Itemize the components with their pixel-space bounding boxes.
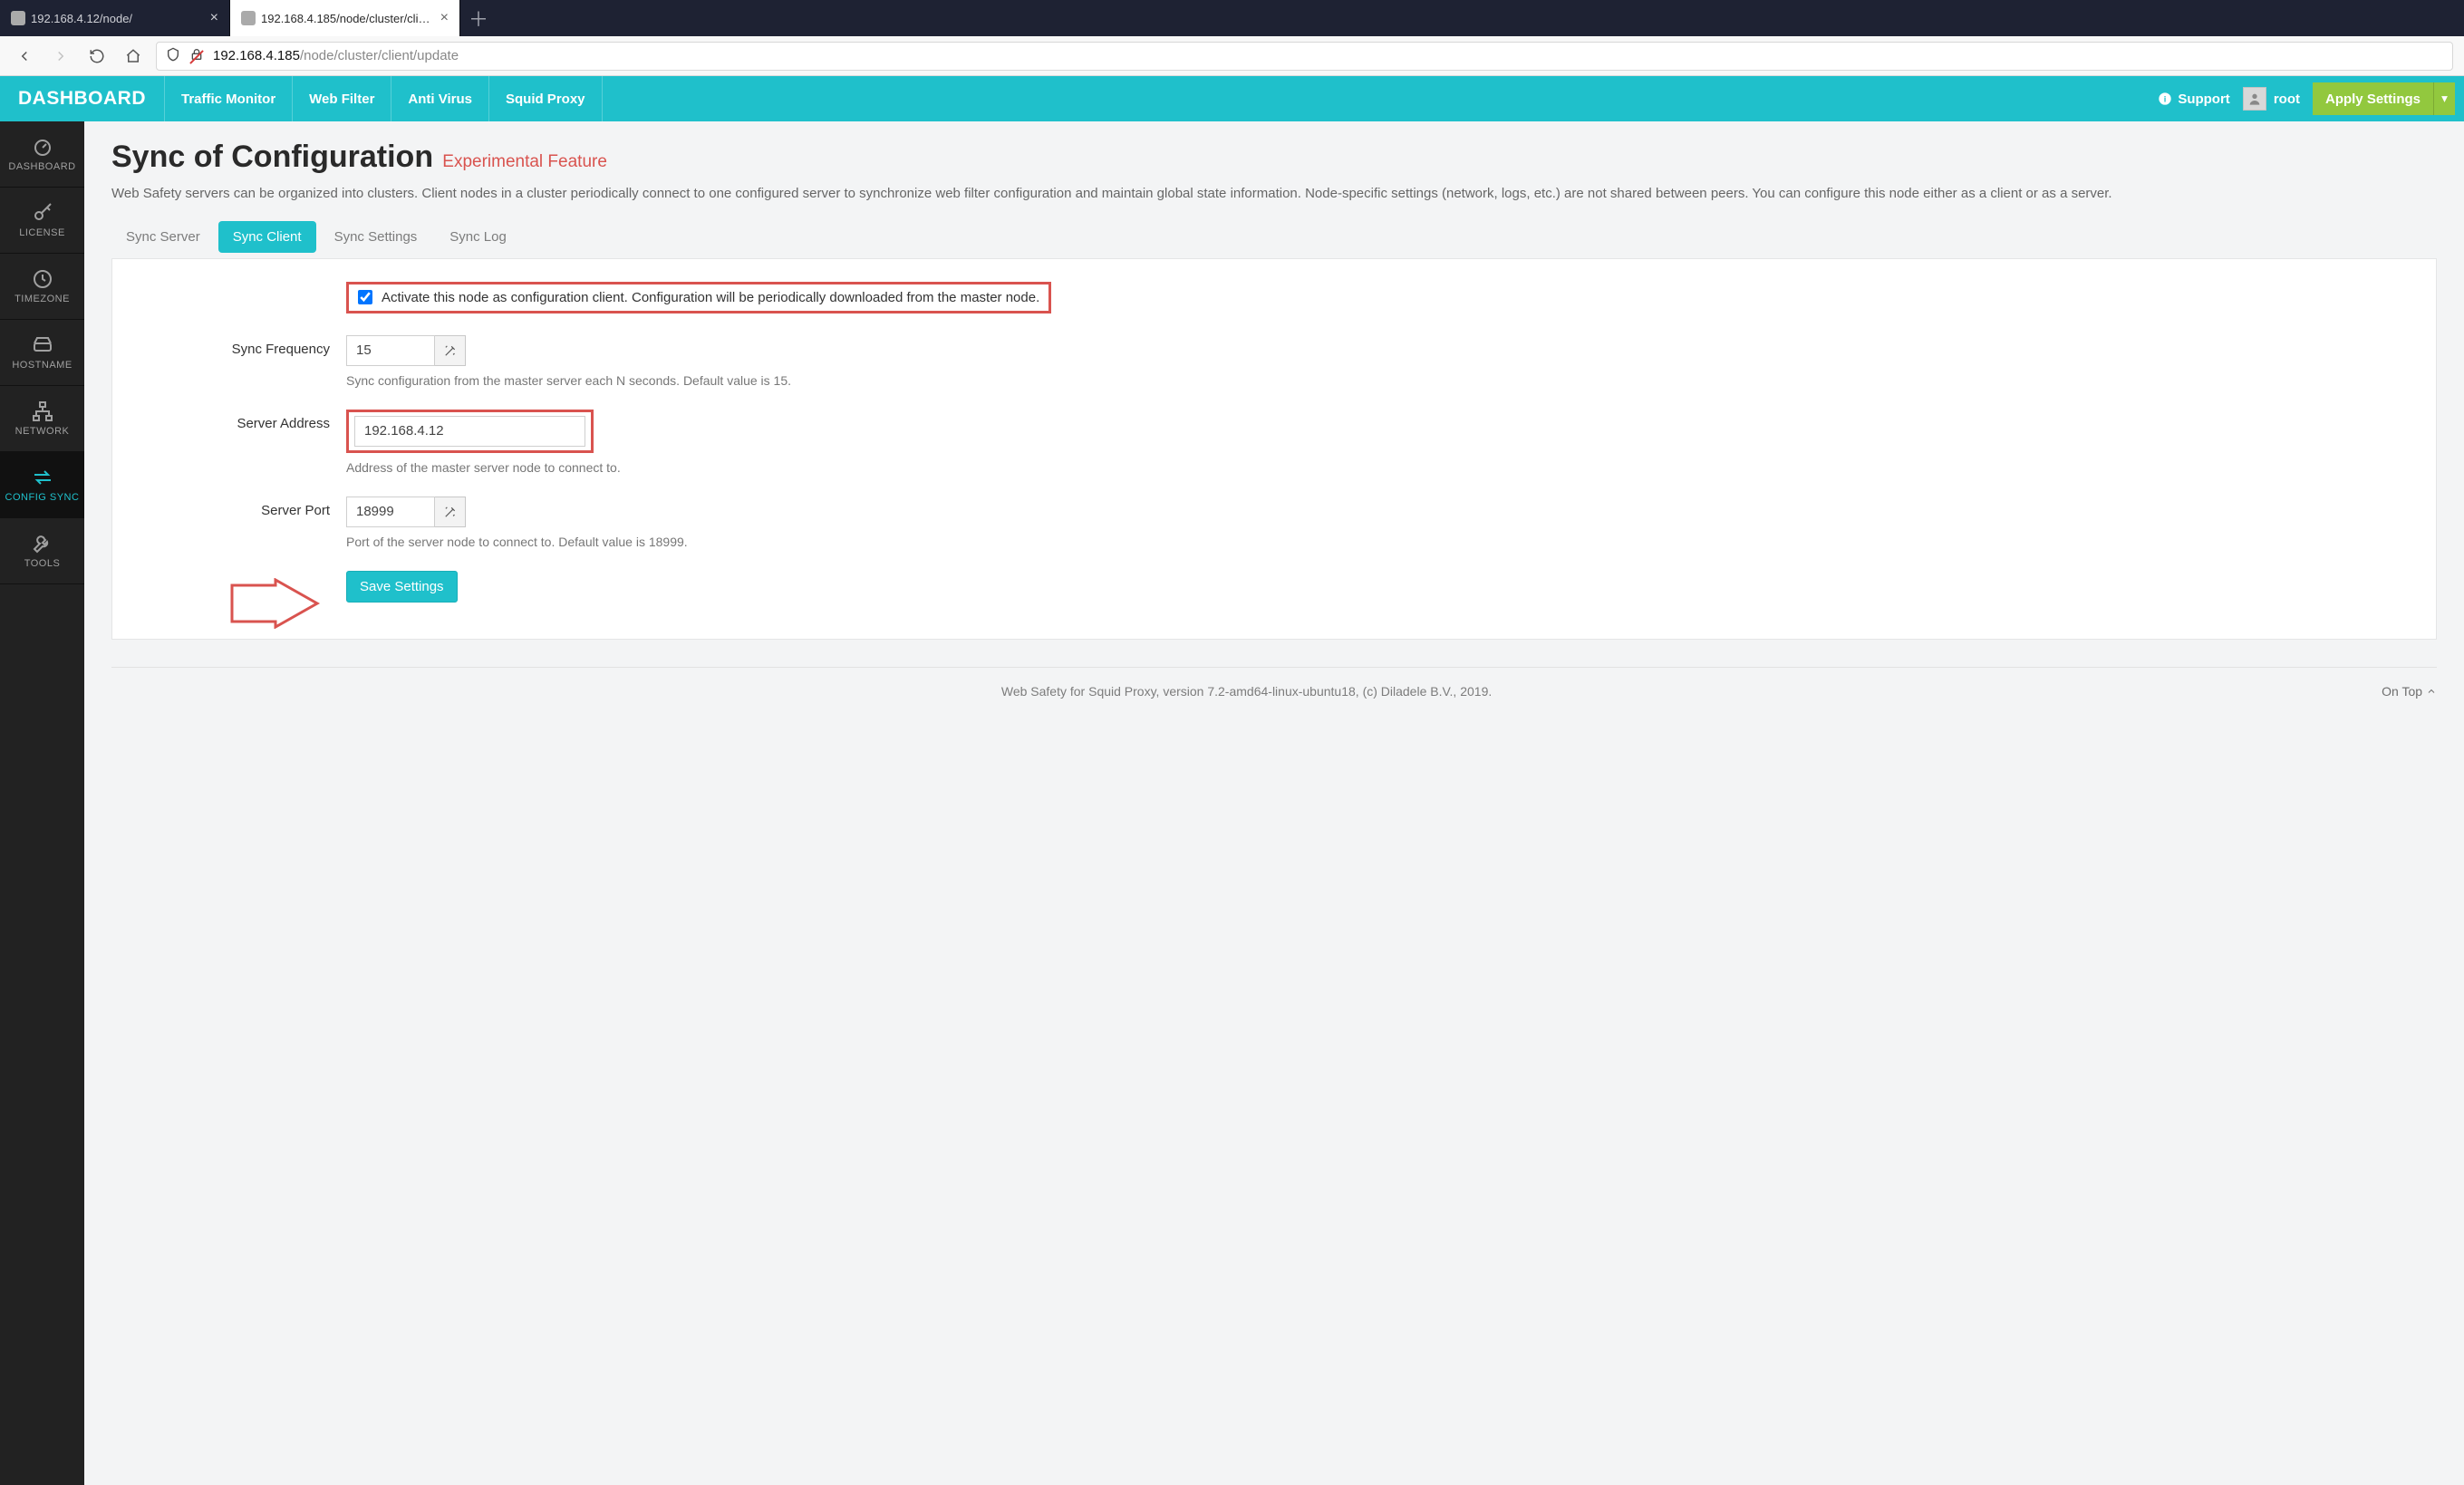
browser-tab-strip: 192.168.4.12/node/ × 192.168.4.185/node/… — [0, 0, 2464, 36]
sync-icon — [32, 467, 53, 488]
label-server-port: Server Port — [140, 497, 330, 518]
activate-checkbox-row[interactable]: Activate this node as configuration clie… — [358, 290, 1039, 305]
close-icon[interactable]: × — [440, 10, 449, 26]
gauge-icon — [32, 136, 53, 158]
save-settings-button[interactable]: Save Settings — [346, 571, 458, 603]
sidebar-item-timezone[interactable]: TIMEZONE — [0, 254, 84, 320]
top-nav: DASHBOARD Traffic Monitor Web Filter Ant… — [0, 76, 2464, 121]
sidebar-item-tools[interactable]: TOOLS — [0, 518, 84, 584]
tab-label: 192.168.4.185/node/cluster/client/u — [261, 12, 435, 25]
brand-logo[interactable]: DASHBOARD — [0, 88, 164, 110]
chevron-up-icon — [2426, 686, 2437, 697]
home-button[interactable] — [120, 43, 147, 70]
user-name: root — [2274, 92, 2300, 107]
tab-label: 192.168.4.12/node/ — [31, 12, 205, 25]
url-text: 192.168.4.185/node/cluster/client/update — [213, 48, 459, 63]
form-panel: Activate this node as configuration clie… — [111, 258, 2437, 640]
browser-tab-active[interactable]: 192.168.4.185/node/cluster/client/u × — [230, 0, 460, 36]
page-title: Sync of Configuration — [111, 140, 433, 174]
experimental-badge: Experimental Feature — [442, 152, 607, 171]
highlight-annotation-address — [346, 410, 594, 453]
activate-checkbox[interactable] — [358, 290, 372, 304]
url-input[interactable]: 192.168.4.185/node/cluster/client/update — [156, 42, 2453, 71]
tab-sync-log[interactable]: Sync Log — [435, 221, 521, 253]
shield-icon — [166, 47, 180, 65]
help-server-port: Port of the server node to connect to. D… — [346, 535, 2409, 549]
network-icon — [32, 400, 53, 422]
help-sync-frequency: Sync configuration from the master serve… — [346, 373, 2409, 388]
sidebar: DASHBOARD LICENSE TIMEZONE HOSTNAME NETW… — [0, 121, 84, 1485]
activate-label: Activate this node as configuration clie… — [382, 290, 1039, 305]
nav-squid-proxy[interactable]: Squid Proxy — [488, 76, 603, 121]
user-avatar-icon — [2243, 87, 2266, 111]
footer-text: Web Safety for Squid Proxy, version 7.2-… — [1001, 684, 1492, 699]
support-link[interactable]: i Support — [2158, 92, 2230, 107]
favicon-icon — [11, 11, 25, 25]
close-icon[interactable]: × — [210, 10, 218, 26]
nav-traffic-monitor[interactable]: Traffic Monitor — [164, 76, 292, 121]
back-button[interactable] — [11, 43, 38, 70]
forward-button[interactable] — [47, 43, 74, 70]
highlight-annotation-activate: Activate this node as configuration clie… — [346, 282, 1051, 313]
magic-wand-button[interactable] — [435, 335, 466, 366]
server-port-input[interactable] — [346, 497, 435, 527]
label-server-address: Server Address — [140, 410, 330, 431]
sidebar-item-dashboard[interactable]: DASHBOARD — [0, 121, 84, 188]
nav-web-filter[interactable]: Web Filter — [292, 76, 391, 121]
browser-address-bar: 192.168.4.185/node/cluster/client/update — [0, 36, 2464, 76]
wand-icon — [444, 506, 457, 518]
magic-wand-button[interactable] — [435, 497, 466, 527]
wrench-icon — [32, 533, 53, 554]
on-top-link[interactable]: On Top — [2382, 684, 2437, 699]
sync-frequency-input[interactable] — [346, 335, 435, 366]
help-server-address: Address of the master server node to con… — [346, 460, 2409, 475]
page-intro: Web Safety servers can be organized into… — [111, 184, 2437, 205]
inner-tabs: Sync Server Sync Client Sync Settings Sy… — [111, 221, 2437, 253]
sidebar-item-license[interactable]: LICENSE — [0, 188, 84, 254]
hdd-icon — [32, 334, 53, 356]
sidebar-item-config-sync[interactable]: CONFIG SYNC — [0, 452, 84, 518]
svg-text:i: i — [2164, 94, 2167, 103]
apply-settings-caret[interactable]: ▾ — [2433, 82, 2455, 115]
lock-strike-icon — [189, 47, 204, 65]
label-sync-frequency: Sync Frequency — [140, 335, 330, 357]
nav-anti-virus[interactable]: Anti Virus — [391, 76, 488, 121]
tab-sync-settings[interactable]: Sync Settings — [320, 221, 432, 253]
key-icon — [32, 202, 53, 224]
sidebar-item-network[interactable]: NETWORK — [0, 386, 84, 452]
server-address-input[interactable] — [354, 416, 585, 447]
sidebar-item-hostname[interactable]: HOSTNAME — [0, 320, 84, 386]
reload-button[interactable] — [83, 43, 111, 70]
tab-sync-server[interactable]: Sync Server — [111, 221, 215, 253]
content-area: Sync of Configuration Experimental Featu… — [84, 121, 2464, 1485]
clock-icon — [32, 268, 53, 290]
new-tab-button[interactable]: ＋ — [460, 0, 497, 36]
apply-settings-button[interactable]: Apply Settings — [2313, 82, 2433, 115]
footer: Web Safety for Squid Proxy, version 7.2-… — [111, 668, 2437, 720]
wand-icon — [444, 344, 457, 357]
tab-sync-client[interactable]: Sync Client — [218, 221, 316, 253]
browser-tab-inactive[interactable]: 192.168.4.12/node/ × — [0, 0, 230, 36]
favicon-icon — [241, 11, 256, 25]
user-menu[interactable]: root — [2243, 87, 2300, 111]
